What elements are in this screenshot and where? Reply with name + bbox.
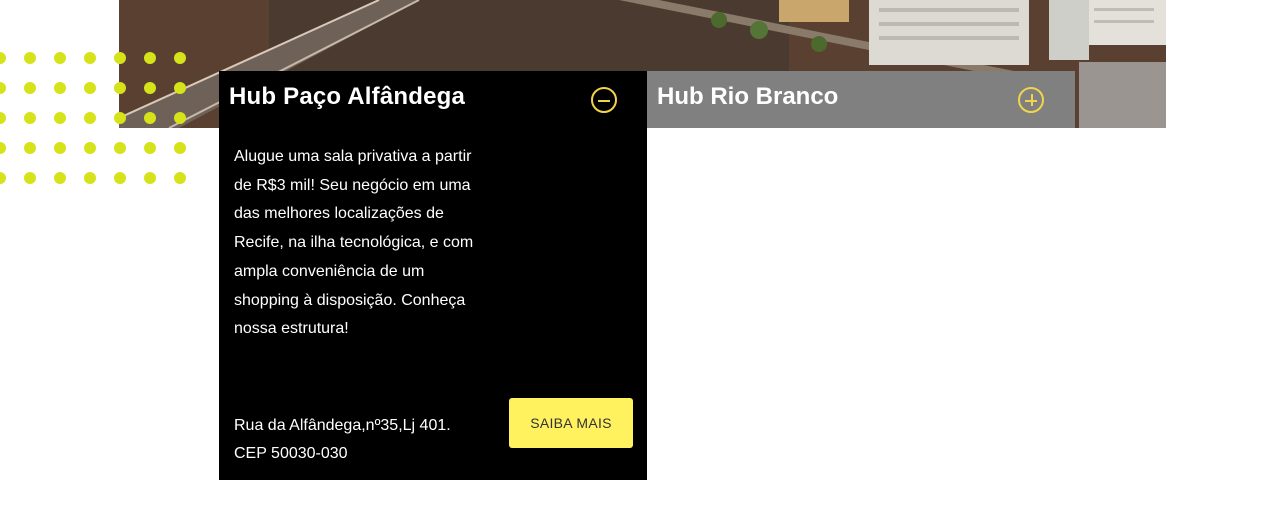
hub-panel-rio-branco[interactable]: Hub Rio Branco [647, 71, 1075, 128]
decorative-dots-pattern [0, 50, 200, 190]
plus-circle-icon[interactable] [1018, 87, 1044, 113]
minus-circle-icon[interactable] [591, 87, 617, 113]
address-street: Rua da Alfândega,nº35,Lj 401. [234, 417, 451, 434]
saiba-mais-button[interactable]: SAIBA MAIS [509, 398, 633, 448]
hub-panel-paco-alfandega: Hub Paço Alfândega Alugue uma sala priva… [219, 71, 647, 480]
hub-title[interactable]: Hub Rio Branco [657, 83, 838, 111]
hub-title[interactable]: Hub Paço Alfândega [229, 83, 465, 111]
hub-description: Alugue uma sala privativa a partir de R$… [234, 148, 474, 338]
address-cep: CEP 50030-030 [234, 445, 348, 462]
hub-address: Rua da Alfândega,nº35,Lj 401. CEP 50030-… [234, 412, 494, 468]
